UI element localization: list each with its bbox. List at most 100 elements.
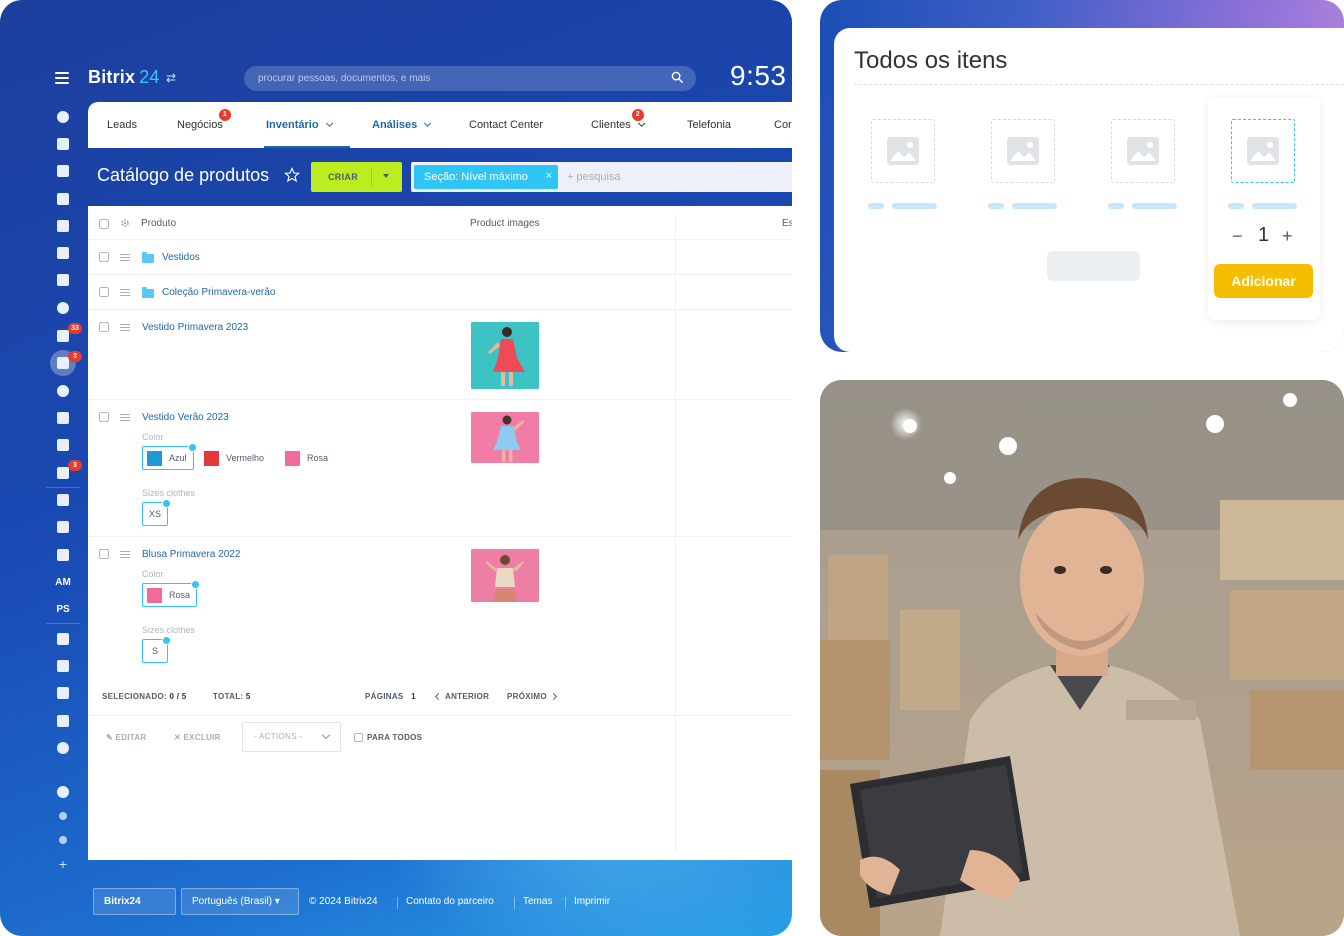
decrease-quantity-button[interactable]: − bbox=[1232, 226, 1243, 247]
column-header-images[interactable]: Product images bbox=[470, 218, 539, 229]
item-image-placeholder[interactable] bbox=[1111, 119, 1175, 183]
row-checkbox[interactable] bbox=[99, 322, 109, 332]
cart-icon bbox=[57, 412, 69, 424]
sidebar-item-reports[interactable] bbox=[54, 712, 72, 730]
filter-search-input[interactable]: Seção: Nível máximo × + pesquisa bbox=[411, 162, 792, 192]
row-link[interactable]: Vestido Primavera 2023 bbox=[142, 322, 248, 333]
sidebar-item-bank[interactable] bbox=[54, 630, 72, 648]
sidebar-item-chat[interactable] bbox=[54, 190, 72, 208]
drag-handle-icon[interactable] bbox=[120, 414, 130, 421]
checkbox[interactable] bbox=[354, 733, 363, 742]
sidebar-item-mail[interactable] bbox=[54, 271, 72, 289]
sidebar-item-notes[interactable] bbox=[54, 657, 72, 675]
sidebar-item-developer[interactable] bbox=[54, 546, 72, 564]
color-option[interactable]: Rosa bbox=[285, 446, 328, 470]
themes-link[interactable]: Temas bbox=[523, 896, 552, 907]
size-option-selected[interactable]: XS bbox=[142, 499, 172, 526]
product-image[interactable] bbox=[471, 322, 539, 389]
sidebar-item-contact-card[interactable] bbox=[54, 436, 72, 454]
select-all-checkbox[interactable] bbox=[99, 219, 109, 229]
filter-add-search[interactable]: + pesquisa bbox=[567, 171, 621, 183]
drag-handle-icon[interactable] bbox=[120, 289, 130, 296]
column-header-stock[interactable]: Es bbox=[782, 218, 792, 229]
prev-page-link[interactable]: ANTERIOR bbox=[434, 692, 489, 701]
color-option[interactable]: Vermelho bbox=[204, 446, 264, 470]
increase-quantity-button[interactable]: + bbox=[1282, 226, 1293, 247]
row-checkbox[interactable] bbox=[99, 287, 109, 297]
gear-icon[interactable] bbox=[120, 218, 130, 228]
row-checkbox[interactable] bbox=[99, 412, 109, 422]
sidebar-item-help[interactable] bbox=[54, 783, 72, 801]
tab-leads[interactable]: Leads bbox=[107, 119, 137, 131]
actions-select[interactable]: - ACTIONS - bbox=[242, 722, 341, 752]
product-image[interactable] bbox=[471, 549, 539, 602]
row-checkbox[interactable] bbox=[99, 252, 109, 262]
target-icon bbox=[57, 385, 69, 397]
print-link[interactable]: Imprimir bbox=[574, 896, 610, 907]
row-link[interactable]: Vestido Verão 2023 bbox=[142, 412, 229, 423]
product-image[interactable] bbox=[471, 412, 539, 463]
size-option-selected[interactable]: S bbox=[142, 636, 171, 663]
sidebar-item-contacts[interactable] bbox=[54, 299, 72, 317]
sidebar-item-feed[interactable] bbox=[54, 108, 72, 126]
item-image-placeholder[interactable] bbox=[991, 119, 1055, 183]
create-button[interactable]: CRIAR bbox=[311, 162, 402, 192]
search-icon[interactable] bbox=[671, 71, 684, 84]
tab-inventory[interactable]: Inventário bbox=[266, 119, 333, 131]
color-option-selected[interactable]: Azul bbox=[142, 443, 197, 470]
swap-arrows-icon[interactable]: ⇄ bbox=[166, 71, 176, 85]
sidebar-item-drive[interactable] bbox=[54, 162, 72, 180]
apply-to-all-checkbox[interactable]: PARA TODOS bbox=[354, 733, 422, 742]
delete-button[interactable]: ✕ EXCLUIR bbox=[174, 733, 221, 742]
edit-button[interactable]: ✎ EDITAR bbox=[106, 733, 147, 742]
drag-handle-icon[interactable] bbox=[120, 324, 130, 331]
sidebar-item-am[interactable]: AM bbox=[54, 573, 72, 591]
add-button[interactable]: Adicionar bbox=[1214, 264, 1313, 298]
tab-more[interactable]: Cor bbox=[774, 119, 792, 131]
row-link[interactable]: Coleção Primavera-verão bbox=[162, 287, 275, 298]
tab-contact-center[interactable]: Contact Center bbox=[469, 119, 543, 131]
tab-deals[interactable]: Negócios 1 bbox=[177, 109, 231, 131]
item-image-placeholder[interactable] bbox=[871, 119, 935, 183]
sidebar-item-shop[interactable] bbox=[54, 409, 72, 427]
color-option-selected[interactable]: Rosa bbox=[142, 580, 201, 607]
sidebar-item-structure[interactable] bbox=[54, 807, 72, 825]
row-link[interactable]: Blusa Primavera 2022 bbox=[142, 549, 240, 560]
sidebar-item-calendar[interactable] bbox=[54, 217, 72, 235]
sidebar-item-more[interactable] bbox=[54, 739, 72, 757]
sidebar-item-documents[interactable] bbox=[54, 135, 72, 153]
bitrix24-footer-logo[interactable]: Bitrix24 bbox=[93, 888, 176, 915]
sidebar-item-sign[interactable] bbox=[54, 684, 72, 702]
star-icon[interactable] bbox=[284, 167, 300, 183]
drag-handle-icon[interactable] bbox=[120, 551, 130, 558]
language-selector[interactable]: Português (Brasil) ▾ bbox=[181, 888, 299, 915]
partner-contact-link[interactable]: Contato do parceiro bbox=[406, 896, 494, 907]
drag-handle-icon[interactable] bbox=[120, 254, 130, 261]
sidebar-item-marketing[interactable] bbox=[54, 518, 72, 536]
column-header-product[interactable]: Produto bbox=[141, 218, 176, 229]
selected-count: SELECIONADO: 0 / 5 bbox=[102, 692, 187, 701]
row-checkbox[interactable] bbox=[99, 549, 109, 559]
tab-telephony[interactable]: Telefonia bbox=[687, 119, 731, 131]
brand-logo[interactable]: Bitrix 24 bbox=[88, 67, 160, 88]
dashed-divider bbox=[854, 84, 1344, 85]
sidebar-item-goals[interactable] bbox=[54, 382, 72, 400]
close-icon[interactable]: × bbox=[546, 170, 552, 182]
sidebar-item-add[interactable]: + bbox=[54, 855, 72, 873]
row-link[interactable]: Vestidos bbox=[162, 252, 200, 263]
tab-analytics[interactable]: Análises bbox=[372, 119, 432, 131]
warehouse-worker-photo bbox=[820, 380, 1344, 936]
hamburger-menu-icon[interactable] bbox=[55, 72, 69, 84]
global-search-input[interactable]: procurar pessoas, documentos, e mais bbox=[244, 66, 696, 91]
selected-item-card[interactable]: − 1 + Adicionar bbox=[1208, 98, 1320, 320]
filter-chip-section[interactable]: Seção: Nível máximo × bbox=[414, 165, 558, 189]
sidebar-item-inventory[interactable] bbox=[54, 491, 72, 509]
caret-down-icon[interactable] bbox=[383, 174, 389, 178]
quantity-value[interactable]: 1 bbox=[1258, 224, 1269, 247]
next-page-link[interactable]: PRÓXIMO bbox=[507, 692, 557, 701]
sidebar-item-settings[interactable] bbox=[54, 831, 72, 849]
item-image-placeholder-selected[interactable] bbox=[1231, 119, 1295, 183]
sidebar-item-store[interactable] bbox=[54, 244, 72, 262]
tab-clients[interactable]: Clientes 2 bbox=[591, 109, 645, 131]
sidebar-item-ps[interactable]: PS bbox=[54, 600, 72, 618]
